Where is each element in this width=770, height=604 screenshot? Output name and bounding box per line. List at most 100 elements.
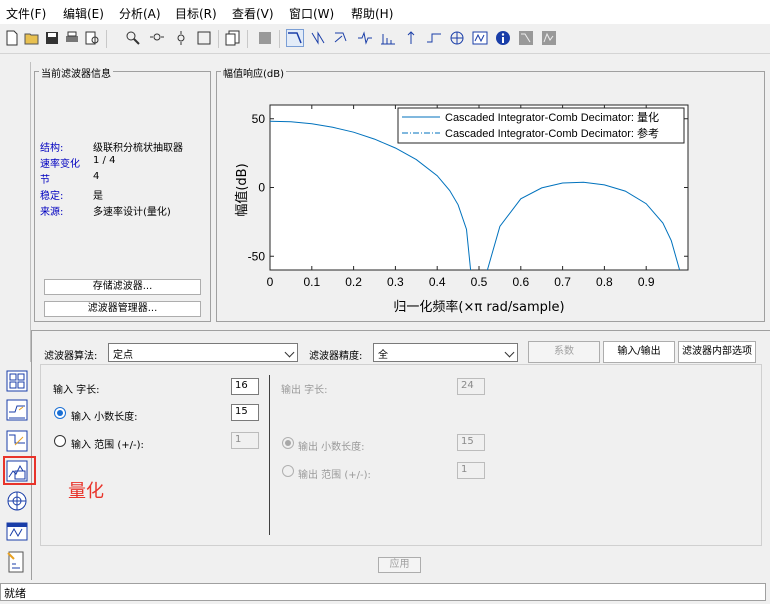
x-tick-label: 0.3 [387, 275, 404, 289]
menu-file[interactable]: 文件(F) [6, 5, 46, 22]
io-divider [269, 375, 270, 535]
x-tick-label: 0.8 [596, 275, 613, 289]
input-range-label: 输入 范围 (+/-): [71, 440, 144, 451]
info-key-stable: 稳定: [40, 191, 64, 202]
input-frac-length-radio[interactable] [54, 407, 66, 419]
x-tick-label: 0.2 [345, 275, 362, 289]
info-key-rate: 速率变化 [40, 159, 80, 170]
tab-coefficients[interactable]: 系数 [528, 341, 600, 363]
legend-entry-reference: Cascaded Integrator-Comb Decimator: 参考 [445, 126, 659, 140]
info-key-sections: 节 [40, 175, 50, 186]
output-frac-length-radio[interactable] [282, 437, 294, 449]
left-strip [0, 62, 31, 362]
y-tick-label: 0 [258, 181, 265, 195]
zoom-in-icon[interactable] [124, 29, 142, 47]
info-val-sections: 4 [93, 171, 100, 182]
new-figure-icon[interactable] [224, 29, 242, 47]
impulse-response-icon[interactable] [379, 29, 397, 47]
info-val-source: 多速率设计(量化) [93, 207, 171, 218]
x-axis-label: 归一化频率(×π rad/sample) [393, 299, 564, 315]
magnitude-estimate-icon[interactable] [517, 29, 535, 47]
multirate-design-icon[interactable] [4, 549, 30, 575]
filter-precision-select[interactable]: 全 [373, 343, 518, 362]
store-filter-button[interactable]: 存储滤波器... [44, 279, 201, 295]
filter-info-title: 当前滤波器信息 [39, 65, 113, 80]
design-filter-icon[interactable] [4, 368, 30, 394]
legend-entry-quantized: Cascaded Integrator-Comb Decimator: 量化 [445, 110, 659, 124]
info-key-source: 来源: [40, 207, 64, 218]
full-view-icon[interactable] [195, 29, 213, 47]
information-icon[interactable] [494, 29, 512, 47]
info-val-rate: 1 / 4 [93, 155, 116, 166]
filter-info-icon[interactable] [471, 29, 489, 47]
filter-coefficients-icon[interactable] [448, 29, 466, 47]
menu-edit[interactable]: 编辑(E) [63, 5, 104, 22]
filter-manager-button[interactable]: 滤波器管理器... [44, 301, 201, 317]
x-tick-label: 0.9 [638, 275, 655, 289]
realize-model-icon[interactable] [4, 488, 30, 514]
group-delay-icon[interactable] [356, 29, 374, 47]
menu-targets[interactable]: 目标(R) [175, 5, 217, 22]
info-key-structure: 结构: [40, 143, 64, 154]
output-range-radio[interactable] [282, 465, 294, 477]
fdatool-icon[interactable] [256, 29, 274, 47]
info-val-stable: 是 [93, 191, 103, 202]
output-range-field[interactable]: 1 [457, 462, 485, 479]
toolbar [0, 26, 770, 54]
plot-title: 幅值响应(dB) [221, 65, 287, 80]
new-icon[interactable] [3, 29, 21, 47]
chevron-down-icon [284, 347, 295, 358]
zoom-y-icon[interactable] [172, 29, 190, 47]
input-range-radio[interactable] [54, 435, 66, 447]
output-frac-length-field[interactable]: 15 [457, 434, 485, 451]
tab-input-output[interactable]: 输入/输出 [603, 341, 675, 363]
x-tick-label: 0.4 [429, 275, 446, 289]
input-word-length-field[interactable]: 16 [231, 378, 259, 395]
filter-arithmetic-value: 定点 [113, 350, 133, 361]
step-response-icon[interactable] [402, 29, 420, 47]
apply-button[interactable]: 应用 [378, 557, 421, 573]
save-icon[interactable] [43, 29, 61, 47]
status-bar: 就绪 [0, 583, 766, 601]
magnitude-response-icon[interactable] [286, 29, 304, 47]
input-frac-length-label: 输入 小数长度: [71, 412, 138, 423]
zoom-x-icon[interactable] [148, 29, 166, 47]
y-axis-label: 幅值(dB) [234, 163, 250, 216]
annotation-label: 量化 [68, 481, 104, 502]
chevron-down-icon [504, 347, 515, 358]
magnitude-chart[interactable]: 500-50 0 0.1 0.2 0.3 0.4 0.5 0.6 0.7 0.8 0.9 Casc… [218, 80, 763, 320]
y-tick-label: 50 [252, 112, 266, 126]
menu-window[interactable]: 窗口(W) [289, 5, 334, 22]
x-tick-label: 0.6 [512, 275, 529, 289]
y-tick-label: -50 [248, 249, 266, 263]
filter-arithmetic-select[interactable]: 定点 [108, 343, 298, 362]
menu-view[interactable]: 查看(V) [232, 5, 274, 22]
tab-filter-internals[interactable]: 滤波器内部选项 [678, 341, 756, 363]
x-tick-label: 0.7 [554, 275, 571, 289]
filter-precision-value: 全 [378, 350, 388, 361]
print-icon[interactable] [63, 29, 81, 47]
menu-help[interactable]: 帮助(H) [351, 5, 393, 22]
x-tick-label: 0.1 [303, 275, 320, 289]
output-frac-length-label: 输出 小数长度: [298, 442, 365, 453]
set-quantization-icon[interactable] [4, 458, 30, 484]
open-icon[interactable] [23, 29, 41, 47]
print-preview-icon[interactable] [83, 29, 101, 47]
magnitude-phase-icon[interactable] [333, 29, 351, 47]
phase-response-icon[interactable] [310, 29, 328, 47]
import-filter-icon[interactable] [4, 518, 30, 544]
input-frac-length-field[interactable]: 15 [231, 404, 259, 421]
pole-zero-editor-icon[interactable] [4, 428, 30, 454]
io-tab-content [40, 364, 762, 546]
input-range-field[interactable]: 1 [231, 432, 259, 449]
pole-zero-icon[interactable] [425, 29, 443, 47]
x-tick-label: 0.5 [471, 275, 488, 289]
menu-bar: 文件(F) 编辑(E) 分析(A) 目标(R) 查看(V) 窗口(W) 帮助(H… [0, 0, 770, 24]
output-word-length-field[interactable]: 24 [457, 378, 485, 395]
x-tick-label: 0 [267, 275, 274, 289]
info-val-structure: 级联积分梳状抽取器 [93, 143, 183, 154]
noise-psd-icon[interactable] [540, 29, 558, 47]
input-word-length-label: 输入 字长: [53, 385, 100, 396]
menu-analysis[interactable]: 分析(A) [119, 5, 161, 22]
transform-filter-icon[interactable] [4, 397, 30, 423]
